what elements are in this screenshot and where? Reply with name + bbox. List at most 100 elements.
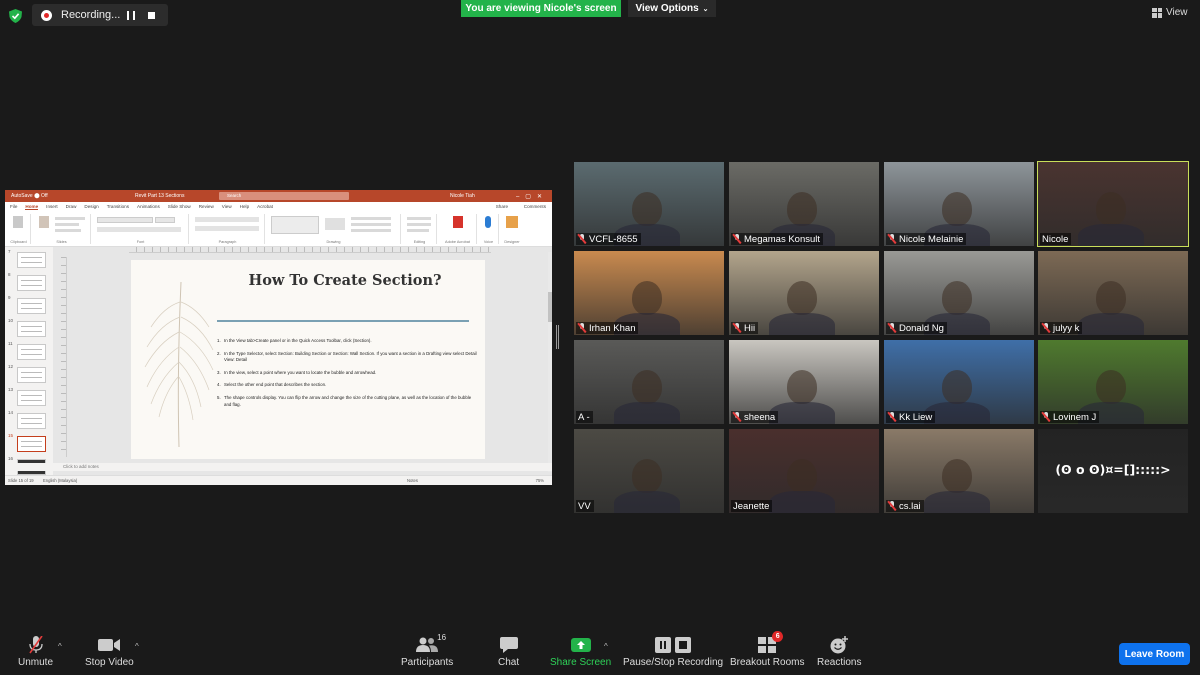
ppt-tab[interactable]: Help [240, 204, 249, 209]
grid-view-icon [1152, 7, 1162, 18]
participant-tile[interactable]: Irhan Khan [574, 251, 724, 335]
participant-silhouette [1096, 370, 1126, 404]
ribbon-group-label: Voice [483, 240, 494, 244]
participants-button[interactable]: 16 Participants [401, 633, 453, 668]
breakout-rooms-button[interactable]: 6 Breakout Rooms [730, 631, 805, 668]
ribbon-group-font[interactable]: Font [93, 214, 189, 244]
ribbon-group-drawing[interactable]: Drawing [267, 214, 401, 244]
participant-silhouette [632, 192, 662, 226]
ppt-tab-home[interactable]: Home [25, 204, 39, 210]
security-shield-icon[interactable] [9, 9, 22, 23]
ppt-tab[interactable]: View [222, 204, 232, 209]
slide-thumbnail[interactable] [17, 321, 46, 337]
ppt-tab[interactable]: Acrobat [257, 204, 273, 209]
ppt-tab[interactable]: Transitions [107, 204, 129, 209]
slide-step-text: The shape controls display. You can flip… [224, 394, 472, 407]
reactions-button[interactable]: Reactions [817, 636, 861, 668]
slide-thumbnail[interactable] [17, 252, 46, 268]
current-slide[interactable]: How To Create Section? 1. In the View tab… [131, 260, 485, 459]
stop-video-button[interactable]: Stop Video [85, 636, 134, 668]
participant-tile[interactable]: Hii [729, 251, 879, 335]
ppt-share-button[interactable]: Share [496, 204, 508, 209]
participant-tile[interactable]: A - [574, 340, 724, 424]
slide-thumbnail[interactable] [17, 298, 46, 314]
ppt-tab[interactable]: Review [199, 204, 214, 209]
slide-thumbnail[interactable] [17, 390, 46, 406]
shared-screen[interactable]: AutoSave ⬤ Off Revit Part 13 Sections Se… [5, 190, 552, 485]
slide-divider [217, 320, 469, 322]
ribbon-group-label: Designer [504, 240, 520, 244]
notes-pane[interactable]: Click to add notes [5, 463, 552, 471]
ppt-tab[interactable]: Draw [66, 204, 77, 209]
participant-tile[interactable]: Lovinem J [1038, 340, 1188, 424]
breakout-rooms-badge: 6 [772, 631, 784, 642]
view-options-button[interactable]: View Options ⌄ [628, 0, 716, 17]
zoom-level[interactable]: 75% [536, 476, 544, 485]
breakout-rooms-icon: 6 [758, 631, 784, 654]
participant-silhouette [1096, 281, 1126, 315]
stop-recording-icon[interactable] [148, 11, 155, 19]
ribbon-group-voice[interactable]: Voice [479, 214, 499, 244]
participant-tile[interactable]: VCFL-8655 [574, 162, 724, 246]
chat-button[interactable]: Chat [498, 636, 519, 668]
ppt-tab[interactable]: Design [84, 204, 98, 209]
breakout-rooms-label: Breakout Rooms [730, 657, 805, 668]
ppt-search-input[interactable]: Search [219, 192, 349, 200]
participant-tile[interactable]: (ʘ o ʘ)¤=[]:::::> [1038, 429, 1188, 513]
participant-tile[interactable]: Megamas Konsult [729, 162, 879, 246]
ppt-file-name: Revit Part 13 Sections [135, 193, 185, 199]
ribbon-group-designer[interactable]: Designer [501, 214, 523, 244]
participant-shoulders [1078, 224, 1144, 246]
ribbon-group-paragraph[interactable]: Paragraph [191, 214, 265, 244]
slide-thumbnail[interactable] [17, 275, 46, 291]
participant-tile[interactable]: julyy k [1038, 251, 1188, 335]
slide-thumbnail[interactable] [17, 413, 46, 429]
muted-microphone-icon [578, 323, 586, 333]
share-options-caret-icon[interactable]: ^ [604, 642, 608, 651]
participant-tile[interactable]: Kk Liew [884, 340, 1034, 424]
slide-thumbnail[interactable] [17, 367, 46, 383]
ppt-tab[interactable]: Insert [46, 204, 58, 209]
slide-step-text: In the Type Selector, select Section: Bu… [224, 350, 477, 363]
participant-tile[interactable]: VV [574, 429, 724, 513]
ribbon-group-editing[interactable]: Editing [403, 214, 437, 244]
participant-shoulders [924, 491, 990, 513]
muted-microphone-icon [1042, 323, 1050, 333]
ribbon-group-clipboard[interactable]: Clipboard [7, 214, 31, 244]
pause-stop-recording-button[interactable]: Pause/Stop Recording [623, 636, 723, 668]
view-button[interactable]: View [1152, 7, 1188, 18]
unmute-button[interactable]: Unmute [18, 636, 53, 668]
ribbon-group-slides[interactable]: Slides [33, 214, 91, 244]
participant-tile[interactable]: Nicole Melainie [884, 162, 1034, 246]
video-options-caret-icon[interactable]: ^ [135, 642, 139, 651]
slide-thumbnail[interactable] [17, 344, 46, 360]
share-screen-button[interactable]: Share Screen [550, 636, 611, 668]
audio-options-caret-icon[interactable]: ^ [58, 642, 62, 651]
participant-tile[interactable]: Donald Ng [884, 251, 1034, 335]
slide-thumbnail-selected[interactable] [17, 436, 46, 452]
ppt-tab[interactable]: Slide Show [168, 204, 191, 209]
participant-silhouette [787, 459, 817, 493]
ppt-comments-button[interactable]: Comments [524, 204, 546, 209]
pause-recording-icon[interactable] [127, 10, 135, 20]
participant-tile[interactable]: sheena [729, 340, 879, 424]
ppt-tab[interactable]: File [10, 204, 17, 209]
ppt-tab[interactable]: Animations [137, 204, 160, 209]
slide-scrollbar[interactable] [548, 252, 552, 472]
ribbon-group-adobe[interactable]: Adobe Acrobat [439, 214, 477, 244]
participant-tile[interactable]: Jeanette [729, 429, 879, 513]
muted-microphone-icon [888, 501, 896, 511]
participant-name-label: julyy k [1040, 322, 1083, 334]
participant-name-label: Nicole Melainie [886, 233, 967, 245]
notes-toggle[interactable]: Notes [407, 476, 418, 485]
participant-name-label: Megamas Konsult [731, 233, 824, 245]
participant-tile[interactable]: Nicole [1037, 161, 1189, 247]
view-label: View [1166, 7, 1188, 18]
participant-tile[interactable]: cs.lai [884, 429, 1034, 513]
split-view-handle[interactable] [556, 325, 559, 349]
autosave-toggle[interactable]: AutoSave ⬤ Off [11, 193, 66, 199]
window-controls-icon[interactable]: –▢✕ [516, 193, 548, 200]
leave-room-button[interactable]: Leave Room [1119, 643, 1190, 665]
slide-number: 10 [8, 318, 14, 323]
participant-silhouette [1096, 192, 1126, 226]
